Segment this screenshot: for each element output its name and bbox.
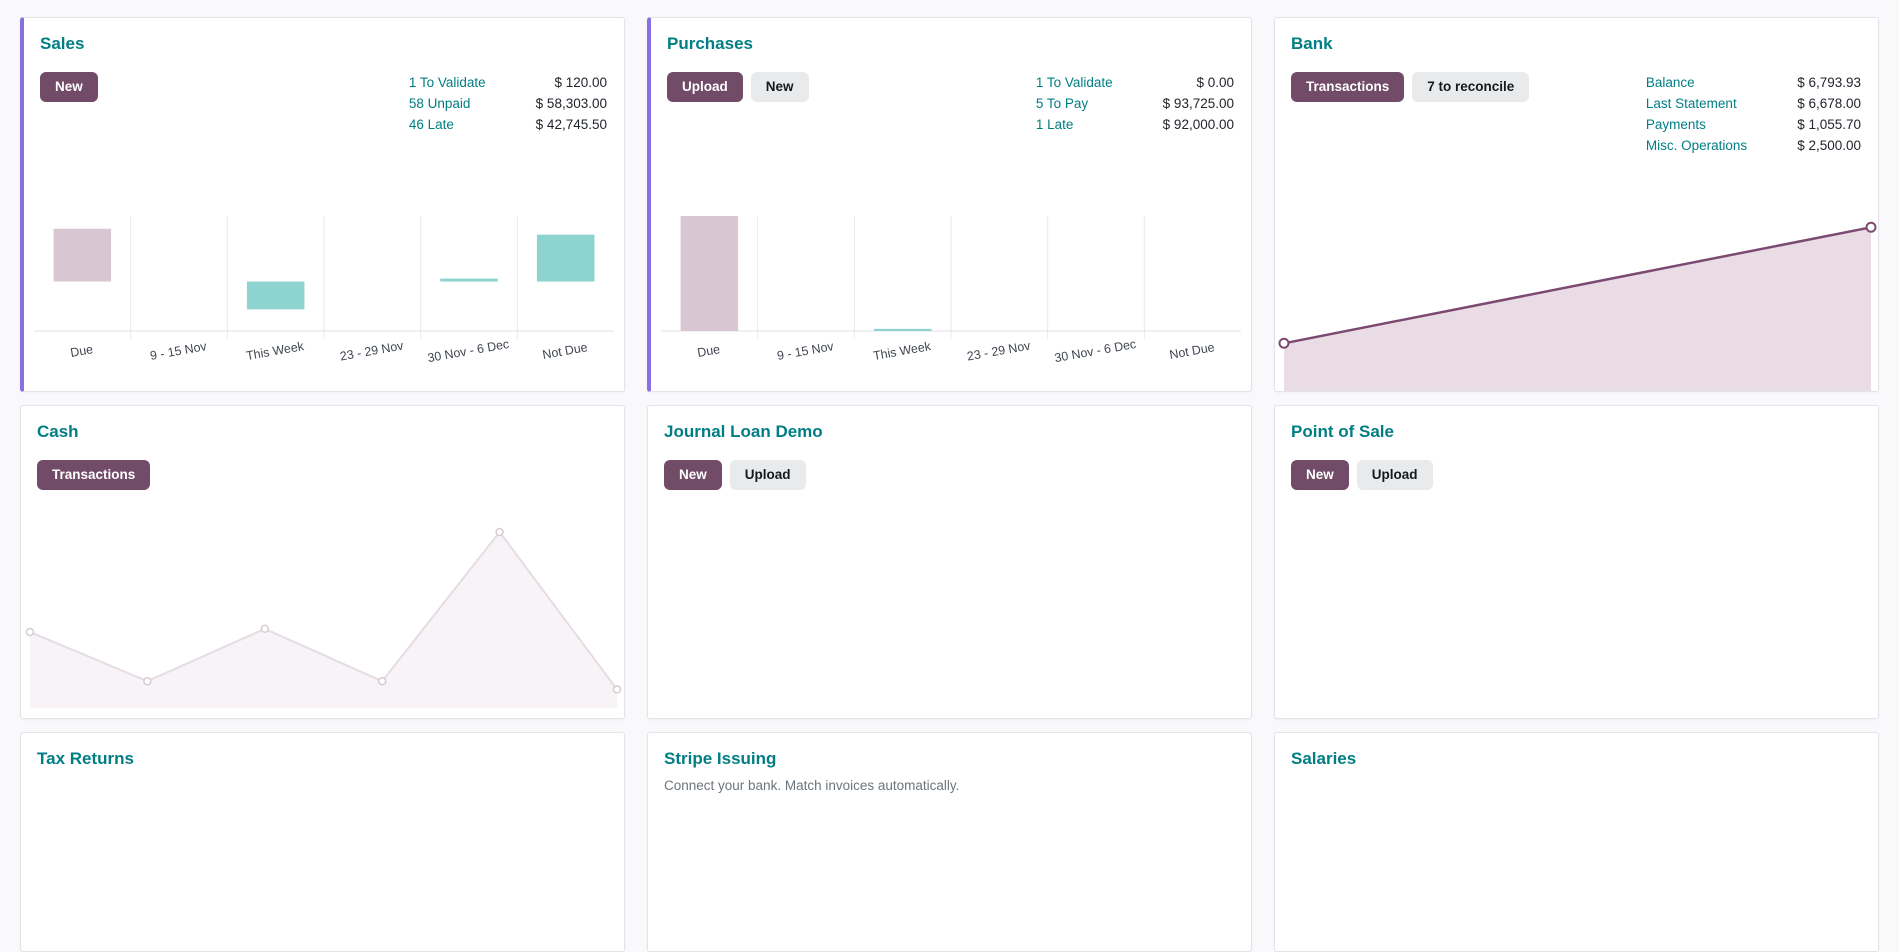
purchases-new-button[interactable]: New [750, 72, 809, 102]
stat-label-link[interactable]: Misc. Operations [1646, 135, 1797, 156]
journal-loan-upload-button[interactable]: Upload [729, 460, 806, 490]
pos-new-button[interactable]: New [1291, 460, 1349, 490]
svg-text:30 Nov - 6 Dec: 30 Nov - 6 Dec [1053, 337, 1137, 365]
purchases-title-link[interactable]: Purchases [651, 18, 769, 54]
card-stripe-issuing: Stripe Issuing Connect your bank. Match … [647, 732, 1252, 952]
stat-row: 46 Late $ 42,745.50 [409, 114, 607, 135]
tax-returns-title-link[interactable]: Tax Returns [21, 733, 150, 769]
stat-label-link[interactable]: 1 Late [1036, 114, 1163, 135]
sales-due-bar-chart: Due 9 - 15 Nov This Week 23 - 29 Nov 30 Nov … [34, 216, 614, 366]
stat-row: 1 Late $ 92,000.00 [1036, 114, 1234, 135]
cash-transactions-button[interactable]: Transactions [37, 460, 151, 490]
stat-value: $ 1,055.70 [1797, 116, 1861, 132]
svg-text:30 Nov - 6 Dec: 30 Nov - 6 Dec [426, 337, 510, 365]
stat-row: Misc. Operations $ 2,500.00 [1646, 135, 1861, 156]
stat-label-link[interactable]: Last Statement [1646, 93, 1797, 114]
stat-value: $ 42,745.50 [535, 116, 607, 132]
card-journal-loan-demo: Journal Loan Demo New Upload [647, 405, 1252, 719]
stat-label-link[interactable]: 58 Unpaid [409, 93, 536, 114]
salaries-title-link[interactable]: Salaries [1275, 733, 1372, 769]
svg-text:23 - 29 Nov: 23 - 29 Nov [339, 338, 405, 363]
stat-value: $ 120.00 [554, 74, 607, 90]
stripe-issuing-title-link[interactable]: Stripe Issuing [648, 733, 792, 769]
pos-button-row: New Upload [1291, 460, 1862, 490]
cash-chart-svg [25, 527, 622, 708]
stat-label-link[interactable]: 5 To Pay [1036, 93, 1163, 114]
purchases-chart-svg: Due 9 - 15 Nov This Week 23 - 29 Nov 30 Nov … [661, 216, 1241, 365]
svg-text:9 - 15 Nov: 9 - 15 Nov [776, 339, 835, 363]
stat-row: 58 Unpaid $ 58,303.00 [409, 93, 607, 114]
stat-value: $ 93,725.00 [1162, 95, 1234, 111]
purchases-upload-button[interactable]: Upload [667, 72, 743, 102]
stat-row: Payments $ 1,055.70 [1646, 114, 1861, 135]
bank-reconcile-button[interactable]: 7 to reconcile [1412, 72, 1530, 102]
journal-loan-button-row: New Upload [664, 460, 1235, 490]
journal-loan-new-button[interactable]: New [664, 460, 722, 490]
svg-text:Due: Due [69, 342, 94, 360]
stat-row: 1 To Validate $ 120.00 [409, 72, 607, 93]
card-cash: Cash Transactions [20, 405, 625, 719]
stat-label-link[interactable]: Payments [1646, 114, 1797, 135]
card-purchases: Purchases Upload New 1 To Validate $ 0.00… [647, 17, 1252, 392]
svg-text:Not Due: Not Due [541, 340, 588, 362]
sales-title-link[interactable]: Sales [24, 18, 100, 54]
stat-value: $ 92,000.00 [1162, 116, 1234, 132]
bank-title-link[interactable]: Bank [1275, 18, 1349, 54]
stat-row: Balance $ 6,793.93 [1646, 72, 1861, 93]
svg-text:Not Due: Not Due [1168, 340, 1215, 362]
stat-value: $ 2,500.00 [1797, 137, 1861, 153]
bank-chart-svg [1278, 221, 1877, 391]
sales-chart-svg: Due 9 - 15 Nov This Week 23 - 29 Nov 30 Nov … [34, 216, 614, 365]
stat-value: $ 58,303.00 [535, 95, 607, 111]
sales-stats: 1 To Validate $ 120.00 58 Unpaid $ 58,303.0… [409, 72, 607, 135]
stat-row: Last Statement $ 6,678.00 [1646, 93, 1861, 114]
stat-label-link[interactable]: Balance [1646, 72, 1797, 93]
stat-value: $ 6,678.00 [1797, 95, 1861, 111]
svg-text:This Week: This Week [872, 339, 933, 363]
card-point-of-sale: Point of Sale New Upload [1274, 405, 1879, 719]
cash-balance-line-chart [21, 514, 624, 708]
stat-label-link[interactable]: 1 To Validate [409, 72, 536, 93]
svg-text:This Week: This Week [245, 339, 306, 363]
sales-new-button[interactable]: New [40, 72, 98, 102]
stat-value: $ 6,793.93 [1797, 74, 1861, 90]
stat-row: 1 To Validate $ 0.00 [1036, 72, 1234, 93]
stat-label-link[interactable]: 1 To Validate [1036, 72, 1163, 93]
stripe-issuing-description: Connect your bank. Match invoices automa… [664, 778, 960, 793]
cash-button-row: Transactions [37, 460, 608, 490]
svg-text:23 - 29 Nov: 23 - 29 Nov [966, 338, 1032, 363]
card-bank: Bank Transactions 7 to reconcile Balance… [1274, 17, 1879, 392]
stat-row: 5 To Pay $ 93,725.00 [1036, 93, 1234, 114]
cash-title-link[interactable]: Cash [21, 406, 95, 442]
card-tax-returns: Tax Returns [20, 732, 625, 952]
purchases-stats: 1 To Validate $ 0.00 5 To Pay $ 93,725.00 1 … [1036, 72, 1234, 135]
accounting-dashboard: Sales New 1 To Validate $ 120.00 58 Unpaid… [0, 0, 1899, 952]
svg-text:9 - 15 Nov: 9 - 15 Nov [149, 339, 208, 363]
stat-value: $ 0.00 [1196, 74, 1234, 90]
bank-balance-area-chart [1275, 216, 1878, 391]
stat-label-link[interactable]: 46 Late [409, 114, 536, 135]
card-sales: Sales New 1 To Validate $ 120.00 58 Unpaid… [20, 17, 625, 392]
pos-upload-button[interactable]: Upload [1356, 460, 1433, 490]
purchases-due-bar-chart: Due 9 - 15 Nov This Week 23 - 29 Nov 30 Nov … [661, 216, 1241, 366]
bank-transactions-button[interactable]: Transactions [1291, 72, 1405, 102]
pos-title-link[interactable]: Point of Sale [1275, 406, 1410, 442]
card-salaries: Salaries [1274, 732, 1879, 952]
journal-loan-title-link[interactable]: Journal Loan Demo [648, 406, 839, 442]
svg-text:Due: Due [696, 342, 721, 360]
bank-stats: Balance $ 6,793.93 Last Statement $ 6,678.0… [1646, 72, 1861, 156]
